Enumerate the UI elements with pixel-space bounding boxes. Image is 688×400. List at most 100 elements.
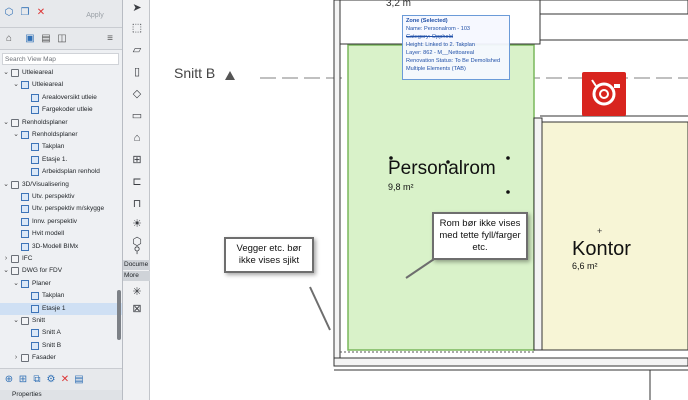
tree-item[interactable]: Arealoversikt utleie — [0, 92, 122, 104]
tree-item[interactable]: ⌄ Utleieareal — [0, 79, 122, 91]
chevron-down-icon[interactable]: ⌄ — [12, 315, 20, 327]
tree-item[interactable]: ⌄ Renholdsplaner — [0, 129, 122, 141]
tree-item[interactable]: ⌄ 3D/Visualisering — [0, 179, 122, 191]
tree-item-label: Planer — [32, 279, 51, 287]
tree-item-label: Fargekoder utleie — [42, 106, 93, 114]
grid-tool-icon[interactable]: ⊠ — [130, 303, 144, 315]
tree-item-label: Snitt A — [42, 329, 61, 337]
chevron-down-icon[interactable]: › — [12, 352, 20, 364]
view-map-tab-icon[interactable]: ▣ — [24, 33, 36, 45]
toolbox: ➤ ⬚ ▱ ▯ ◇ ▭ ⌂ ⊞ ⊏ ⊓ ☀ ⬡ ⚲ Docume More ✳ … — [123, 0, 150, 400]
room-name-kontor[interactable]: Kontor — [572, 238, 631, 261]
tree-item-label: Etasje 1. — [42, 155, 68, 163]
table-icon — [31, 93, 39, 102]
clone-icon[interactable]: ⧉ — [31, 374, 43, 386]
zone-kontor — [541, 121, 688, 351]
floor-plan-canvas[interactable]: + 3,2 m Snitt B Zone (Selected) Name: Pe… — [150, 0, 688, 400]
partition-wall — [533, 117, 543, 351]
new-folder-icon[interactable]: ⊕ — [3, 374, 15, 386]
chevron-down-icon[interactable]: › — [2, 253, 10, 265]
chevron-down-icon[interactable]: ⌄ — [2, 179, 10, 191]
layout-book-icon[interactable]: ▤ — [40, 33, 52, 45]
folder-icon — [11, 118, 19, 127]
tree-item[interactable]: ⌄ DWG for FDV — [0, 265, 122, 277]
object-tool-icon[interactable]: ☀ — [130, 218, 144, 230]
zone-personalrom — [347, 44, 535, 351]
tree-item[interactable]: ⌄ Snitt — [0, 315, 122, 327]
tree-item[interactable]: Etasje 1. — [0, 154, 122, 166]
info-line-multiple: Multiple Elements (TAB) — [406, 66, 466, 72]
tree-item[interactable]: ⌄ Utleieareal — [0, 67, 122, 79]
tree-item[interactable]: Snitt B — [0, 340, 122, 352]
view-3d-icon — [21, 205, 29, 214]
navigator-scrollbar[interactable] — [117, 290, 121, 340]
search-view-map-input[interactable]: Search View Map — [2, 53, 119, 65]
tree-item[interactable]: › Fasader — [0, 352, 122, 364]
plan-view-icon — [31, 143, 39, 152]
camera-tool-icon[interactable]: ✳ — [130, 286, 144, 298]
tree-item[interactable]: Takplan — [0, 141, 122, 153]
slab-tool-icon[interactable]: ▭ — [130, 110, 144, 122]
column-tool-icon[interactable]: ▯ — [130, 66, 144, 78]
upper-room-right — [539, 0, 688, 15]
tree-item[interactable]: ⌄ Renholdsplaner — [0, 117, 122, 129]
tree-item[interactable]: Fargekoder utleie — [0, 104, 122, 116]
folder-icon — [21, 354, 29, 363]
info-line-height: Height: Linked to 2. Takplan — [406, 42, 475, 48]
tree-item[interactable]: Utv. perspektiv — [0, 191, 122, 203]
chevron-down-icon[interactable]: ⌄ — [2, 117, 10, 129]
chevron-down-icon[interactable]: ⌄ — [2, 67, 10, 79]
settings-icon[interactable]: ⚙ — [45, 374, 57, 386]
tree-item-label: Arbeidsplan renhold — [42, 168, 100, 176]
properties-icon[interactable]: ▤ — [73, 374, 85, 386]
info-line-renovation: Renovation Status: To Be Demolished — [406, 58, 501, 64]
tree-item[interactable]: Takplan — [0, 290, 122, 302]
curtain-wall-tool-icon[interactable]: ⊞ — [130, 154, 144, 166]
project-map-icon[interactable]: ⬡ — [3, 7, 15, 19]
plan-view-icon — [21, 131, 29, 139]
save-view-icon[interactable]: ⊞ — [17, 374, 29, 386]
lamp-tool-icon[interactable]: ⚲ — [130, 244, 144, 256]
wall-tool-icon[interactable]: ▱ — [130, 44, 144, 56]
fire-extinguisher-symbol[interactable] — [582, 72, 626, 116]
document-section[interactable]: Docume — [123, 260, 150, 270]
more-section[interactable]: More — [123, 271, 150, 281]
tree-item[interactable]: 3D-Modell BIMx — [0, 241, 122, 253]
section-marker — [225, 71, 235, 80]
tree-item[interactable]: › IFC — [0, 253, 122, 265]
kontor-origin-mark: + — [597, 226, 602, 236]
chevron-down-icon[interactable]: ⌄ — [12, 79, 20, 91]
chevron-down-icon[interactable]: ⌄ — [2, 265, 10, 277]
menu-icon[interactable]: ≡ — [104, 33, 116, 45]
beam-tool-icon[interactable]: ◇ — [130, 88, 144, 100]
view-map-icon[interactable]: ❐ — [19, 7, 31, 19]
chevron-down-icon[interactable]: ⌄ — [12, 129, 20, 141]
publisher-icon[interactable]: ◫ — [56, 33, 68, 45]
apply-button[interactable]: Apply — [75, 10, 115, 22]
properties-header[interactable]: Properties — [0, 390, 122, 400]
tree-item[interactable]: Etasje 1 — [0, 302, 122, 315]
roof-tool-icon[interactable]: ⌂ — [130, 132, 144, 144]
plan-view-icon — [31, 329, 39, 338]
room-name-personalrom[interactable]: Personalrom — [388, 158, 496, 180]
tree-item[interactable]: Innv. perspektiv — [0, 216, 122, 228]
view-3d-icon — [21, 242, 29, 251]
tree-item[interactable]: Arbeidsplan renhold — [0, 166, 122, 178]
arrow-tool-icon[interactable]: ➤ — [130, 2, 144, 14]
remove-icon[interactable]: ✕ — [59, 374, 71, 386]
tree-item[interactable]: Hvit modell — [0, 228, 122, 240]
tree-item-label: Snitt — [32, 317, 46, 324]
delete-icon[interactable]: ✕ — [35, 7, 47, 19]
tree-item[interactable]: ⌄ Planer — [0, 278, 122, 290]
railing-tool-icon[interactable]: ⊓ — [130, 198, 144, 210]
handle-3 — [506, 156, 510, 160]
home-icon[interactable]: ⌂ — [3, 33, 15, 45]
stair-tool-icon[interactable]: ⊏ — [130, 176, 144, 188]
tree-item[interactable]: Utv. perspektiv m/skygge — [0, 203, 122, 215]
tree-item[interactable]: Snitt A — [0, 327, 122, 339]
tree-item-label: Utleieareal — [22, 69, 54, 76]
room-area-kontor: 6,6 m² — [572, 261, 598, 271]
tree-item-label: Snitt B — [42, 341, 62, 349]
chevron-down-icon[interactable]: ⌄ — [12, 278, 20, 290]
marquee-tool-icon[interactable]: ⬚ — [130, 22, 144, 34]
